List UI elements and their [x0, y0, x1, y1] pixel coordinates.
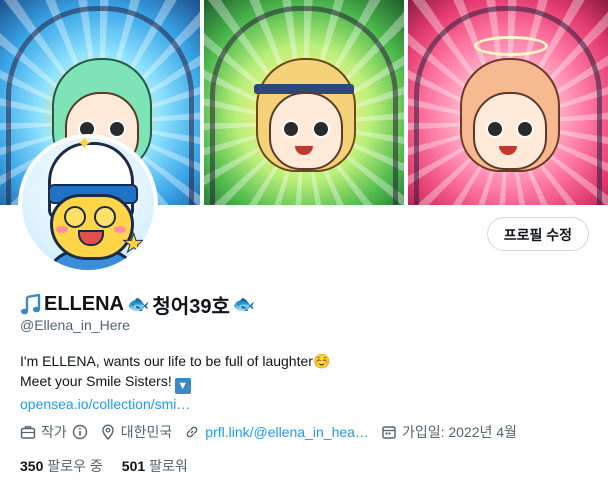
bio-line-1: I'm ELLENA, wants our life to be full of…: [20, 353, 331, 369]
link-icon: [186, 426, 198, 438]
name-part-1: ELLENA: [44, 293, 124, 315]
fish-icon: 🐟: [127, 294, 150, 314]
briefcase-icon: [20, 426, 36, 439]
bio-link[interactable]: opensea.io/collection/smi…: [20, 396, 190, 412]
location-pin-icon: [102, 424, 114, 440]
music-note-icon: [20, 293, 41, 314]
website-link[interactable]: prfl.link/@ellena_in_hea…: [205, 424, 369, 440]
down-arrow-icon: ▼: [174, 378, 191, 394]
display-name: ELLENA 🐟 청어39호 🐟: [20, 290, 258, 319]
profile-bio: I'm ELLENA, wants our life to be full of…: [20, 351, 330, 414]
meta-category: 작가: [20, 422, 88, 442]
info-icon[interactable]: [72, 424, 88, 440]
banner-panel-2: [204, 0, 404, 205]
calendar-icon: [382, 426, 396, 439]
profile-avatar[interactable]: ✦ ★: [18, 134, 158, 274]
user-handle: @Ellena_in_Here: [20, 317, 130, 333]
crown-icon: ✦: [76, 138, 93, 155]
edit-profile-button[interactable]: 프로필 수정: [486, 217, 589, 251]
follow-stats: 350 팔로우 중 501 팔로워: [20, 456, 207, 476]
fish-icon: 🐟: [232, 294, 256, 314]
banner-panel-3: [408, 0, 608, 205]
star-icon: ★: [121, 228, 146, 258]
name-part-2: 청어39호: [152, 296, 230, 318]
bio-line-2: Meet your Smile Sisters! ▼: [20, 371, 330, 394]
meta-joined: 가입일: 2022년 4월: [381, 422, 517, 442]
meta-website: prfl.link/@ellena_in_hea…: [184, 424, 369, 440]
halo: [474, 36, 548, 56]
followers-link[interactable]: 501 팔로워: [122, 456, 188, 476]
meta-location: 대한민국: [100, 422, 172, 442]
following-link[interactable]: 350 팔로우 중: [20, 456, 103, 476]
character-face: [269, 92, 343, 170]
profile-meta: 작가 대한민국 prfl.link/@ellena_in_hea… 가입일: 2…: [20, 422, 529, 442]
smiling-face-icon: ☺️: [312, 353, 331, 369]
character-face: [473, 92, 547, 170]
